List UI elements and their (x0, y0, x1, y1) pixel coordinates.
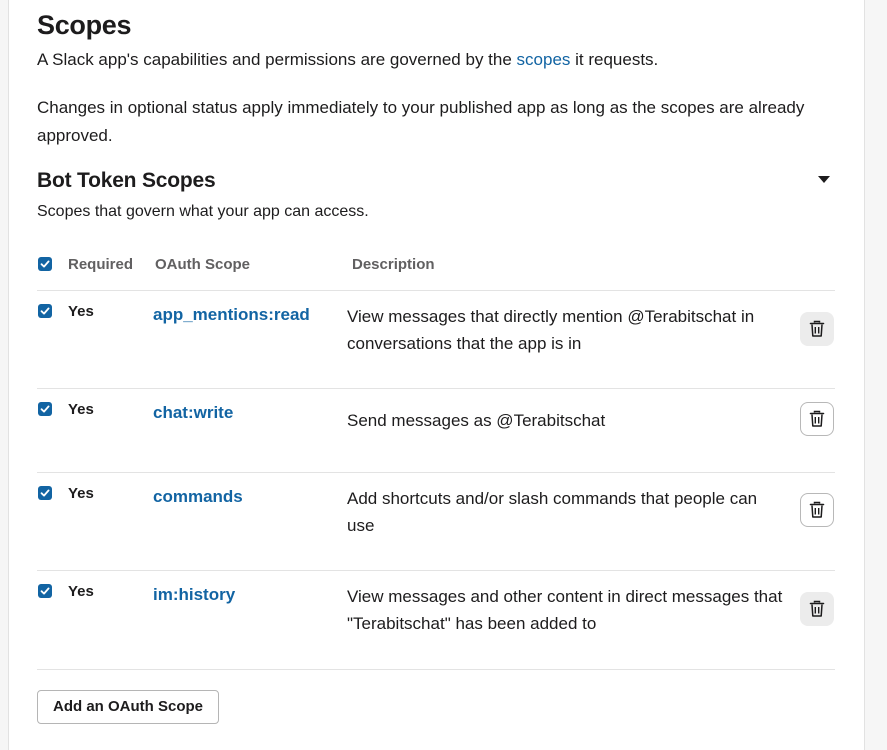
required-checkbox[interactable] (38, 486, 52, 500)
remove-scope-button[interactable] (800, 402, 834, 436)
bot-token-scopes-title: Bot Token Scopes (37, 169, 216, 192)
required-value: Yes (68, 401, 94, 418)
table-divider (37, 570, 835, 571)
trash-icon (809, 501, 825, 518)
table-divider (37, 290, 835, 291)
scope-description: View messages that directly mention @Ter… (347, 307, 755, 353)
required-value: Yes (68, 583, 94, 600)
bot-token-scopes-subtitle: Scopes that govern what your app can acc… (37, 203, 369, 220)
checkmark-icon (40, 489, 50, 497)
column-header-oauth-scope: OAuth Scope (155, 256, 251, 273)
scope-description: View messages and other content in direc… (347, 587, 783, 633)
oauth-scope-name[interactable]: im:history (153, 585, 235, 605)
scope-description: Add shortcuts and/or slash commands that… (347, 489, 758, 535)
scopes-intro: A Slack app's capabilities and permissio… (37, 49, 658, 71)
column-header-required: Required (68, 256, 134, 273)
checkmark-icon (40, 587, 50, 595)
required-checkbox[interactable] (38, 402, 52, 416)
scopes-link[interactable]: scopes (517, 50, 571, 69)
optional-status-notice: Changes in optional status apply immedia… (37, 98, 805, 145)
column-header-description: Description (352, 256, 435, 273)
table-divider (37, 388, 835, 389)
caret-down-icon[interactable] (816, 172, 832, 188)
checkmark-icon (40, 405, 50, 413)
add-oauth-scope-button[interactable]: Add an OAuth Scope (37, 690, 219, 724)
required-checkbox[interactable] (38, 584, 52, 598)
required-value: Yes (68, 485, 94, 502)
intro-text-before: A Slack app's capabilities and permissio… (37, 50, 517, 69)
required-checkbox[interactable] (38, 304, 52, 318)
select-all-required-checkbox[interactable] (38, 257, 52, 271)
oauth-scope-name[interactable]: commands (153, 487, 243, 507)
table-divider (37, 669, 835, 670)
oauth-scope-name[interactable]: chat:write (153, 403, 233, 423)
checkmark-icon (40, 307, 50, 315)
table-divider (37, 472, 835, 473)
scope-description: Send messages as @Terabitschat (347, 411, 606, 430)
trash-icon (809, 600, 825, 617)
scopes-card: Scopes A Slack app's capabilities and pe… (8, 0, 865, 750)
remove-scope-button[interactable] (800, 592, 834, 626)
oauth-scope-name[interactable]: app_mentions:read (153, 305, 310, 325)
page-title: Scopes (37, 10, 132, 40)
checkmark-icon (40, 260, 50, 268)
trash-icon (809, 320, 825, 337)
required-value: Yes (68, 303, 94, 320)
trash-icon (809, 410, 825, 427)
remove-scope-button[interactable] (800, 493, 834, 527)
intro-text-after: it requests. (570, 50, 659, 69)
remove-scope-button[interactable] (800, 312, 834, 346)
